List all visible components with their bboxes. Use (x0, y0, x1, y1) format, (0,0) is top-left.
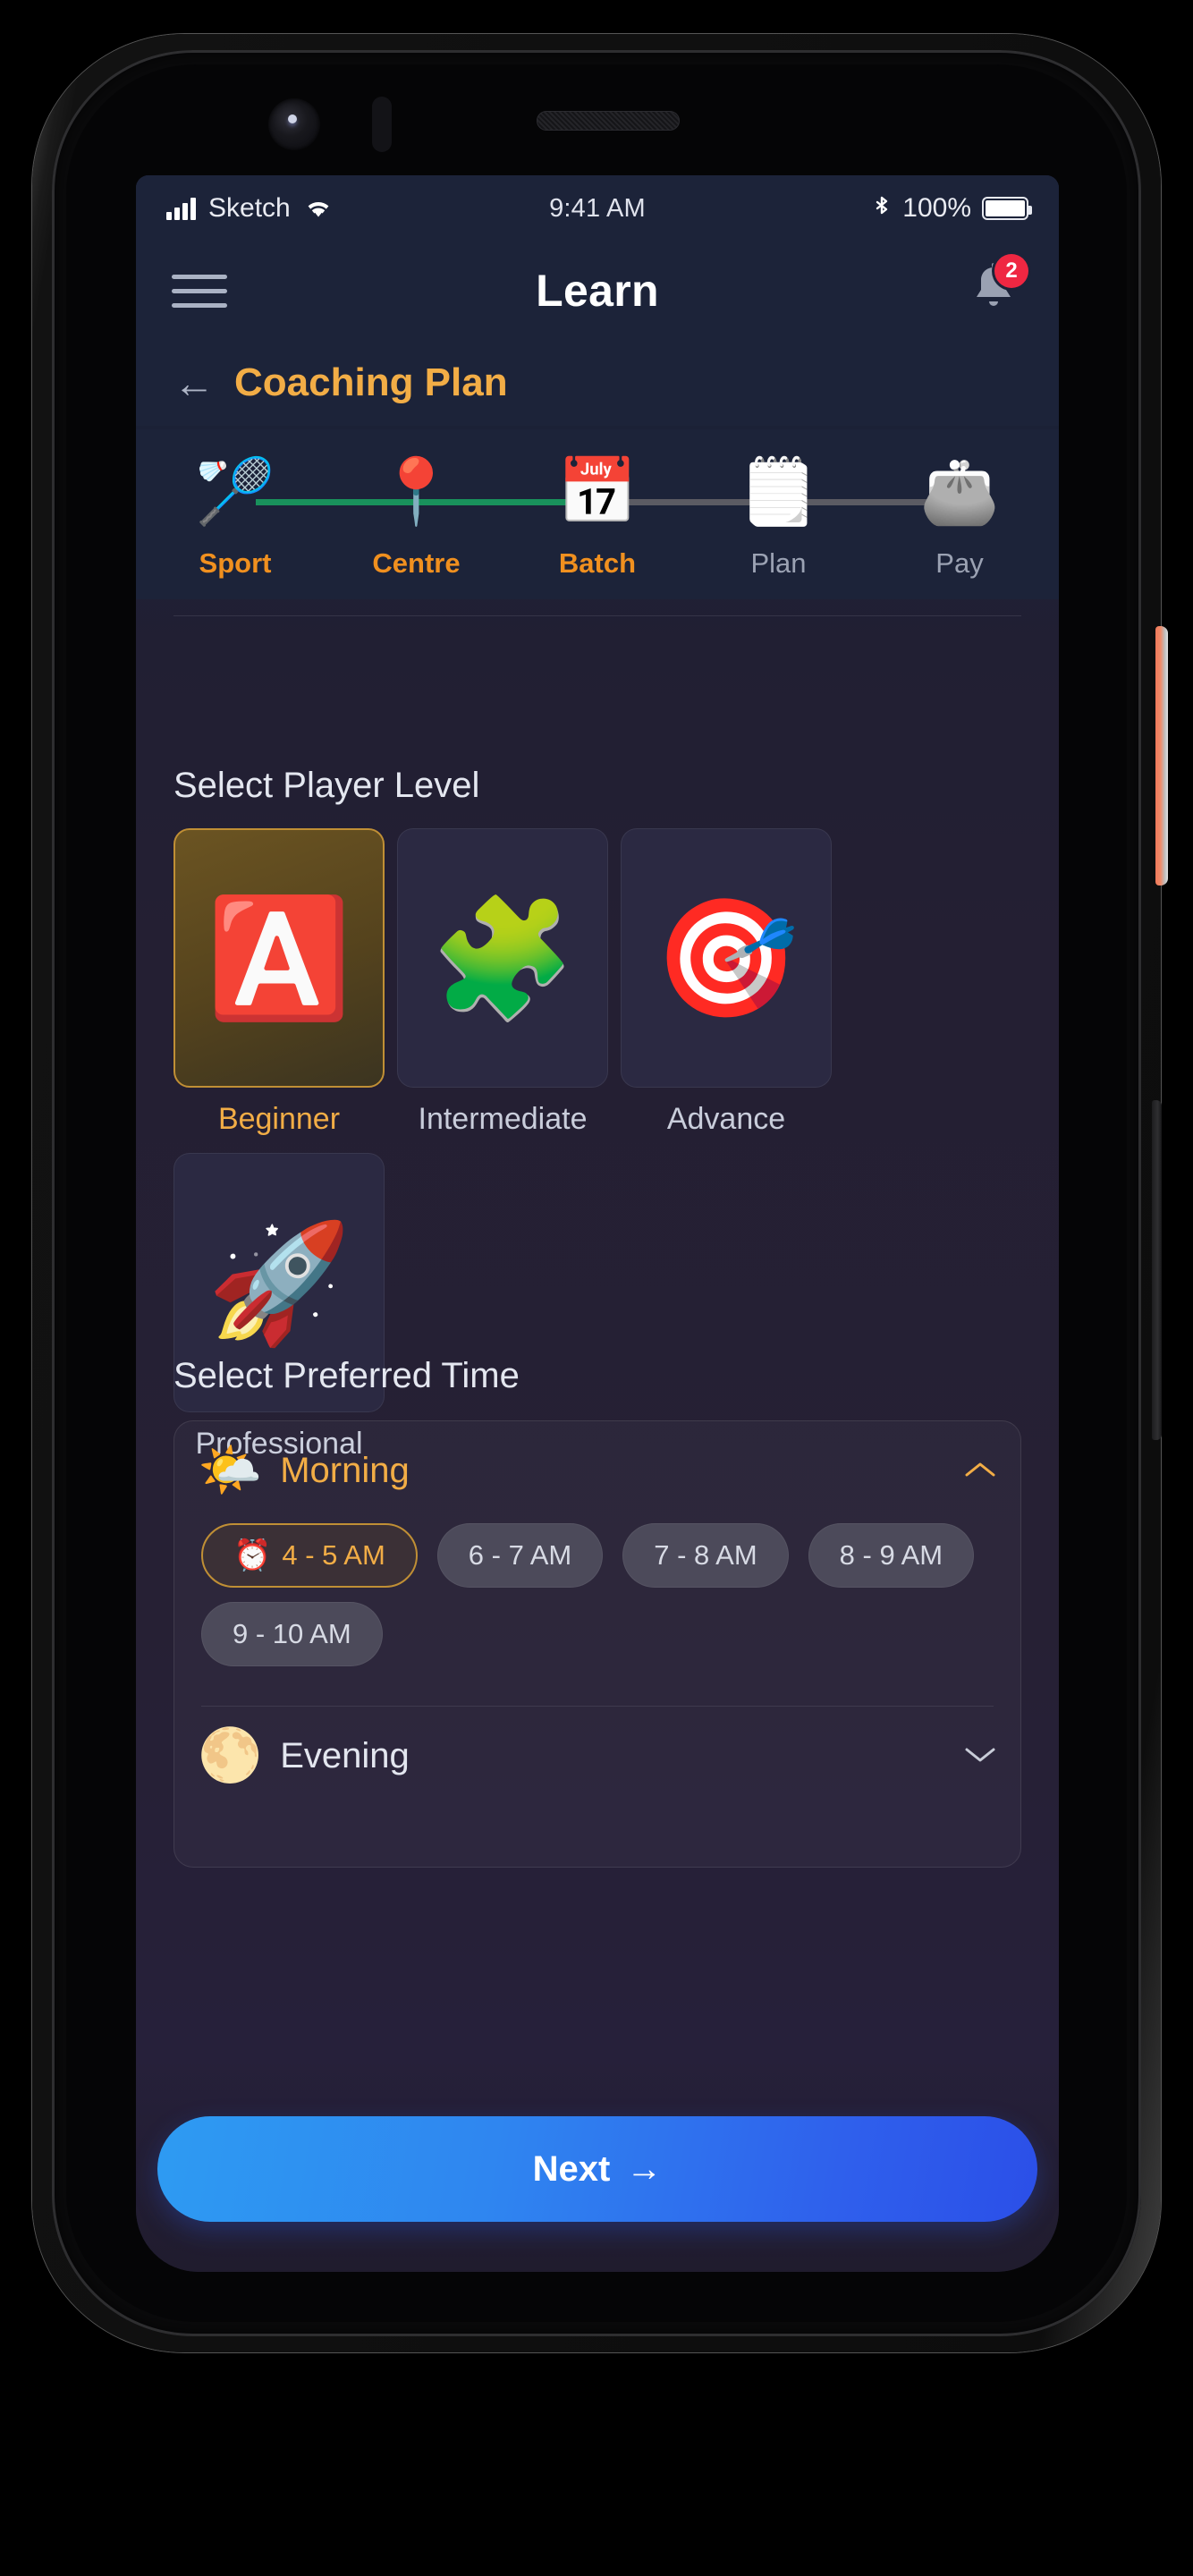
time-slot-label: 8 - 9 AM (839, 1539, 943, 1571)
camera-reflection (288, 114, 297, 123)
stepper-icon-batch: 📅 (557, 456, 638, 528)
section-divider (173, 615, 1021, 616)
time-slot-label: 4 - 5 AM (282, 1539, 385, 1571)
battery-full-icon (982, 197, 1032, 220)
player-level-label-beginner: Beginner (217, 1102, 341, 1136)
stepper-label-centre: Centre (372, 547, 461, 579)
player-level-heading: Select Player Level (173, 766, 480, 805)
status-bar-right: 100% (646, 193, 1032, 224)
page-title: Learn (536, 266, 659, 316)
alarm-clock-icon: ⏰ (233, 1538, 272, 1572)
time-slot-label: 6 - 7 AM (468, 1539, 572, 1571)
preferred-time-heading: Select Preferred Time (173, 1356, 520, 1395)
stepper-steps: 🏸 Sport 📍 Centre 📅 Batch 🗒️ Plan 👛 Pay (159, 444, 1036, 580)
player-level-option-beginner[interactable]: 🅰️ Beginner (173, 828, 385, 1137)
stepper-step-plan[interactable]: 🗒️ Plan (703, 444, 855, 580)
battery-percent-label: 100% (902, 193, 971, 223)
player-level-label-advance: Advance (666, 1102, 786, 1136)
player-level-card-beginner[interactable]: 🅰️ (173, 828, 385, 1088)
notification-bell-button[interactable]: 2 (968, 254, 1028, 320)
time-slot-chip[interactable]: 8 - 9 AM (808, 1523, 975, 1588)
time-slot-chip[interactable]: 6 - 7 AM (436, 1523, 604, 1588)
next-button[interactable]: Next → (157, 2116, 1037, 2222)
stepper-icon-pay: 👛 (919, 456, 1000, 528)
notch-area (268, 79, 930, 173)
stepper-step-centre[interactable]: 📍 Centre (341, 444, 493, 580)
player-level-label-intermediate: Intermediate (418, 1102, 588, 1136)
chevron-down-icon[interactable] (963, 1739, 997, 1774)
stepper-label-plan: Plan (750, 547, 807, 579)
status-bar-clock: 9:41 AM (549, 193, 646, 223)
stepper-step-batch[interactable]: 📅 Batch (521, 444, 673, 580)
status-bar: Sketch 9:41 AM 100% (136, 175, 1059, 242)
stepper-icon-plan: 🗒️ (738, 456, 819, 528)
morning-time-slots: ⏰ 4 - 5 AM 6 - 7 AM 7 - 8 AM 8 - 9 AM 9 - 10 … (198, 1520, 997, 1666)
time-slot-label: 7 - 8 AM (654, 1539, 757, 1571)
phone-screen: Sketch 9:41 AM 100% Learn 2 ← Coaching P… (136, 175, 1059, 2272)
carrier-label: Sketch (208, 193, 291, 223)
stepper-icon-centre: 📍 (376, 456, 457, 528)
earpiece-speaker (537, 111, 680, 131)
moon-icon: 🌕 (198, 1726, 263, 1784)
stepper-step-sport[interactable]: 🏸 Sport (159, 444, 311, 580)
power-button[interactable] (1155, 626, 1168, 886)
player-level-option-professional[interactable]: 🚀 Professional (173, 1153, 385, 1462)
arrow-right-icon: → (626, 2148, 663, 2189)
player-level-card-intermediate[interactable]: 🧩 (397, 828, 608, 1088)
hamburger-menu-icon[interactable] (172, 274, 227, 308)
stepper-label-pay: Pay (935, 547, 984, 579)
notification-count-badge: 2 (994, 254, 1028, 288)
preferred-time-card: 🌤️ Morning ⏰ 4 - 5 AM 6 - 7 AM 7 - 8 AM 8 - … (173, 1420, 1021, 1868)
time-group-header-morning[interactable]: 🌤️ Morning (198, 1421, 997, 1520)
screenshot-stage: Sketch 9:41 AM 100% Learn 2 ← Coaching P… (0, 0, 1193, 2576)
time-group-label-evening: Evening (280, 1735, 410, 1775)
signal-bars-icon (166, 197, 196, 220)
time-group-header-evening[interactable]: 🌕 Evening (198, 1707, 997, 1805)
breadcrumb-title: Coaching Plan (234, 360, 508, 404)
time-slot-chip[interactable]: 9 - 10 AM (201, 1602, 383, 1666)
proximity-sensor-icon (372, 97, 392, 152)
player-level-option-advance[interactable]: 🎯 Advance (621, 828, 832, 1137)
side-button-lower[interactable] (1152, 1100, 1162, 1440)
time-group-label-morning: Morning (280, 1450, 410, 1490)
bluetooth-icon (872, 195, 892, 222)
back-arrow-icon[interactable]: ← (173, 362, 215, 403)
progress-stepper: 🏸 Sport 📍 Centre 📅 Batch 🗒️ Plan 👛 Pay (136, 429, 1059, 599)
app-header: Learn 2 (136, 242, 1059, 340)
sun-cloud-icon: 🌤️ (198, 1441, 263, 1499)
front-camera-icon (268, 98, 320, 150)
stepper-icon-sport: 🏸 (195, 456, 275, 528)
next-button-label: Next (532, 2148, 611, 2189)
chevron-up-icon[interactable] (963, 1453, 997, 1488)
time-slot-label: 9 - 10 AM (233, 1618, 351, 1649)
stepper-label-sport: Sport (199, 547, 272, 579)
wifi-icon (303, 197, 334, 220)
time-slot-chip[interactable]: ⏰ 4 - 5 AM (201, 1523, 418, 1588)
player-level-option-intermediate[interactable]: 🧩 Intermediate (397, 828, 608, 1137)
time-slot-chip[interactable]: 7 - 8 AM (622, 1523, 789, 1588)
breadcrumb-back-row[interactable]: ← Coaching Plan (136, 340, 1059, 426)
status-bar-left: Sketch (166, 193, 549, 224)
player-level-card-advance[interactable]: 🎯 (621, 828, 832, 1088)
stepper-step-pay[interactable]: 👛 Pay (884, 444, 1036, 580)
app-scroll-area[interactable]: Sketch 9:41 AM 100% Learn 2 ← Coaching P… (136, 175, 1059, 2272)
stepper-label-batch: Batch (558, 547, 637, 579)
